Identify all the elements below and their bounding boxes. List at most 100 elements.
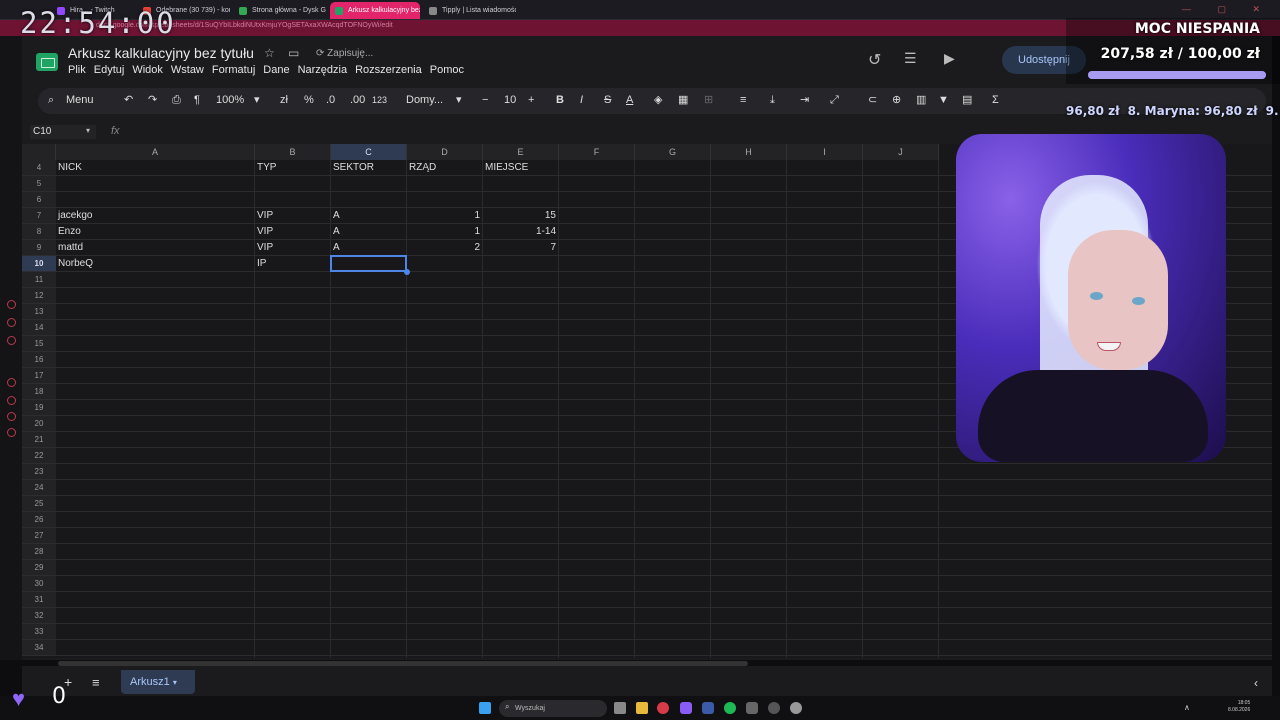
- table-cell[interactable]: VIP: [255, 208, 330, 224]
- table-cell[interactable]: A: [331, 240, 406, 256]
- table-cell[interactable]: jacekgo: [56, 208, 254, 224]
- row-header[interactable]: 27: [22, 528, 56, 544]
- menu-dane[interactable]: Dane: [263, 64, 289, 76]
- font-size-decrease[interactable]: −: [482, 93, 488, 107]
- menu-plik[interactable]: Plik: [68, 64, 86, 76]
- settings-icon[interactable]: [790, 702, 802, 714]
- row-header[interactable]: 22: [22, 448, 56, 464]
- table-cell[interactable]: Enzo: [56, 224, 254, 240]
- row-header[interactable]: 34: [22, 640, 56, 656]
- filter-icon[interactable]: ▼: [938, 93, 949, 107]
- row-header[interactable]: 16: [22, 352, 56, 368]
- browser-tab[interactable]: Strona główna - Dysk Goo: [234, 2, 326, 19]
- sidebar-app-icon[interactable]: [7, 378, 16, 387]
- comments-icon[interactable]: ☰: [904, 50, 917, 67]
- row-header[interactable]: 25: [22, 496, 56, 512]
- column-header[interactable]: F: [559, 144, 635, 160]
- star-icon[interactable]: ☆: [264, 46, 275, 60]
- print-icon[interactable]: ⎙: [172, 93, 181, 107]
- row-header[interactable]: 21: [22, 432, 56, 448]
- discord-icon[interactable]: [680, 702, 692, 714]
- collapse-icon[interactable]: ‹: [1254, 676, 1258, 690]
- filter-views-icon[interactable]: ▤: [962, 93, 972, 107]
- font-size-input[interactable]: 10: [504, 93, 516, 107]
- browser-tab[interactable]: Arkusz kalkulacyjny bez t: [330, 2, 420, 19]
- table-cell[interactable]: IP: [255, 256, 330, 272]
- link-icon[interactable]: ⊂: [868, 93, 877, 107]
- row-header[interactable]: 7: [22, 208, 56, 224]
- rotate-icon[interactable]: ⤢: [830, 93, 839, 107]
- chevron-down-icon[interactable]: ▾: [254, 93, 260, 107]
- undo-icon[interactable]: ↶: [124, 93, 133, 107]
- column-header[interactable]: D: [407, 144, 483, 160]
- taskbar-search[interactable]: Wyszukaj: [499, 700, 607, 717]
- menu-widok[interactable]: Widok: [132, 64, 163, 76]
- row-header[interactable]: 19: [22, 400, 56, 416]
- table-cell[interactable]: RZĄD: [407, 160, 482, 176]
- row-header[interactable]: 4: [22, 160, 56, 176]
- merge-cells-icon[interactable]: ⊞: [704, 93, 713, 107]
- font-size-increase[interactable]: +: [528, 93, 534, 107]
- sidebar-app-icon[interactable]: [7, 396, 16, 405]
- row-header[interactable]: 14: [22, 320, 56, 336]
- strikethrough-button[interactable]: S: [604, 93, 611, 107]
- tray-chevron-icon[interactable]: ∧: [1184, 703, 1190, 712]
- spotify-icon[interactable]: [724, 702, 736, 714]
- meet-icon[interactable]: ▶: [944, 50, 955, 67]
- wrap-icon[interactable]: ⇥: [800, 93, 809, 107]
- sidebar-app-icon[interactable]: [7, 300, 16, 309]
- table-cell[interactable]: 1: [407, 208, 482, 224]
- browser-tab[interactable]: Tipply | Lista wiadomości: [424, 2, 516, 19]
- row-header[interactable]: 12: [22, 288, 56, 304]
- bold-button[interactable]: B: [556, 93, 564, 107]
- history-icon[interactable]: ↺: [868, 50, 881, 70]
- column-header[interactable]: G: [635, 144, 711, 160]
- column-header[interactable]: I: [787, 144, 863, 160]
- column-header[interactable]: C: [331, 144, 407, 160]
- row-header[interactable]: 17: [22, 368, 56, 384]
- table-cell[interactable]: NICK: [56, 160, 254, 176]
- chevron-down-icon[interactable]: ▾: [456, 93, 462, 107]
- row-header[interactable]: 18: [22, 384, 56, 400]
- all-sheets-icon[interactable]: ≡: [92, 675, 100, 690]
- active-cell[interactable]: [330, 255, 407, 272]
- fill-handle[interactable]: [404, 269, 410, 275]
- table-cell[interactable]: NorbeQ: [56, 256, 254, 272]
- align-icon[interactable]: ≡: [740, 93, 746, 107]
- folder-icon[interactable]: ▭: [288, 46, 299, 60]
- table-cell[interactable]: 15: [483, 208, 558, 224]
- italic-button[interactable]: I: [580, 93, 583, 107]
- app-icon[interactable]: [746, 702, 758, 714]
- functions-icon[interactable]: Σ: [992, 93, 999, 107]
- table-cell[interactable]: TYP: [255, 160, 330, 176]
- table-cell[interactable]: A: [331, 224, 406, 240]
- table-cell[interactable]: 1: [407, 224, 482, 240]
- paint-format-icon[interactable]: ¶: [194, 93, 200, 107]
- redo-icon[interactable]: ↷: [148, 93, 157, 107]
- sheet-tab[interactable]: Arkusz1 ▾: [121, 670, 195, 694]
- row-header[interactable]: 23: [22, 464, 56, 480]
- document-title[interactable]: Arkusz kalkulacyjny bez tytułu: [68, 45, 254, 61]
- row-header[interactable]: 15: [22, 336, 56, 352]
- row-header[interactable]: 32: [22, 608, 56, 624]
- valign-icon[interactable]: ⤓: [770, 93, 775, 107]
- fill-color-icon[interactable]: ◈: [654, 93, 662, 107]
- column-header[interactable]: A: [56, 144, 255, 160]
- column-header[interactable]: H: [711, 144, 787, 160]
- zoom-select[interactable]: 100%: [216, 93, 244, 107]
- row-header[interactable]: 31: [22, 592, 56, 608]
- row-header[interactable]: 28: [22, 544, 56, 560]
- decrease-decimal[interactable]: .0: [326, 93, 335, 107]
- increase-decimal[interactable]: .00: [350, 93, 365, 107]
- task-view-icon[interactable]: [614, 702, 626, 714]
- table-cell[interactable]: SEKTOR: [331, 160, 406, 176]
- column-header[interactable]: B: [255, 144, 331, 160]
- table-cell[interactable]: 2: [407, 240, 482, 256]
- row-header[interactable]: 13: [22, 304, 56, 320]
- row-header[interactable]: 33: [22, 624, 56, 640]
- sidebar-app-icon[interactable]: [7, 428, 16, 437]
- steam-icon[interactable]: [702, 702, 714, 714]
- menu-narzędzia[interactable]: Narzędzia: [298, 64, 348, 76]
- row-header[interactable]: 8: [22, 224, 56, 240]
- menu-rozszerzenia[interactable]: Rozszerzenia: [355, 64, 422, 76]
